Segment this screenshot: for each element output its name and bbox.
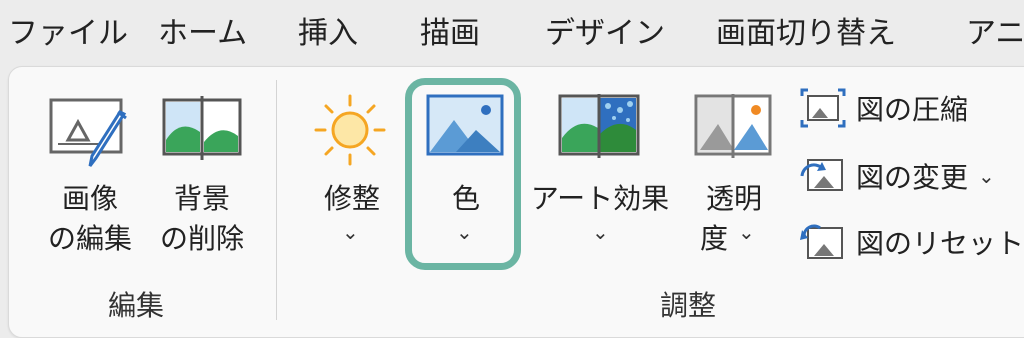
reset-picture-button[interactable]: 図のリセット xyxy=(800,218,1024,266)
chevron-down-icon: ⌄ xyxy=(342,220,359,244)
tab-transitions[interactable]: 画面切り替え xyxy=(716,8,896,52)
corrections-label: 修整 xyxy=(323,182,380,215)
adjust-group-label: 調整 xyxy=(660,289,717,322)
artistic-effects-button[interactable]: アート効果 ⌄ xyxy=(530,92,670,260)
edit-image-label-2: の編集 xyxy=(47,222,132,255)
chevron-down-icon: ⌄ xyxy=(738,220,755,244)
ribbon-tab-bar: ファイル ホーム 挿入 描画 デザイン 画面切り替え アニ xyxy=(0,0,1024,62)
change-picture-label: 図の変更 xyxy=(856,161,969,194)
compress-label: 図の圧縮 xyxy=(856,93,969,126)
edit-image-label-1: 画像 xyxy=(61,182,118,215)
transparency-label-2: 度 xyxy=(699,222,728,255)
tab-draw[interactable]: 描画 xyxy=(420,8,480,52)
remove-background-label-1: 背景 xyxy=(173,182,230,215)
corrections-button[interactable]: 修整 ⌄ xyxy=(306,90,396,260)
chevron-down-icon: ⌄ xyxy=(978,164,995,188)
chevron-down-icon: ⌄ xyxy=(592,220,609,244)
picture-edit-icon xyxy=(49,98,127,167)
transparency-icon xyxy=(694,94,772,158)
reset-picture-label: 図のリセット xyxy=(856,227,1024,260)
tab-design[interactable]: デザイン xyxy=(545,8,665,52)
remove-background-label-2: の削除 xyxy=(159,222,244,255)
transparency-label-1: 透明 xyxy=(705,182,762,215)
compress-pictures-button[interactable]: 図の圧縮 xyxy=(800,84,968,132)
reset-picture-icon xyxy=(800,224,843,259)
tab-animations[interactable]: アニ xyxy=(966,8,1024,52)
tab-insert[interactable]: 挿入 xyxy=(298,8,358,52)
color-button-highlight xyxy=(405,78,521,270)
remove-background-icon xyxy=(162,96,242,160)
edit-group-label: 編集 xyxy=(108,289,165,322)
group-separator xyxy=(276,80,277,320)
tab-home[interactable]: ホーム xyxy=(158,8,247,52)
artistic-effects-label: アート効果 xyxy=(530,182,670,215)
artistic-effects-icon xyxy=(558,94,640,158)
edit-image-button[interactable]: 画像 の編集 xyxy=(46,94,136,255)
compress-icon xyxy=(800,88,846,128)
change-picture-button[interactable]: 図の変更 ⌄ xyxy=(800,152,995,200)
sun-icon xyxy=(314,94,386,166)
remove-background-button[interactable]: 背景 の削除 xyxy=(158,94,248,255)
transparency-button[interactable]: 透明 度 ⌄ xyxy=(688,92,778,260)
change-picture-icon xyxy=(800,159,843,191)
tab-file[interactable]: ファイル xyxy=(8,8,128,52)
